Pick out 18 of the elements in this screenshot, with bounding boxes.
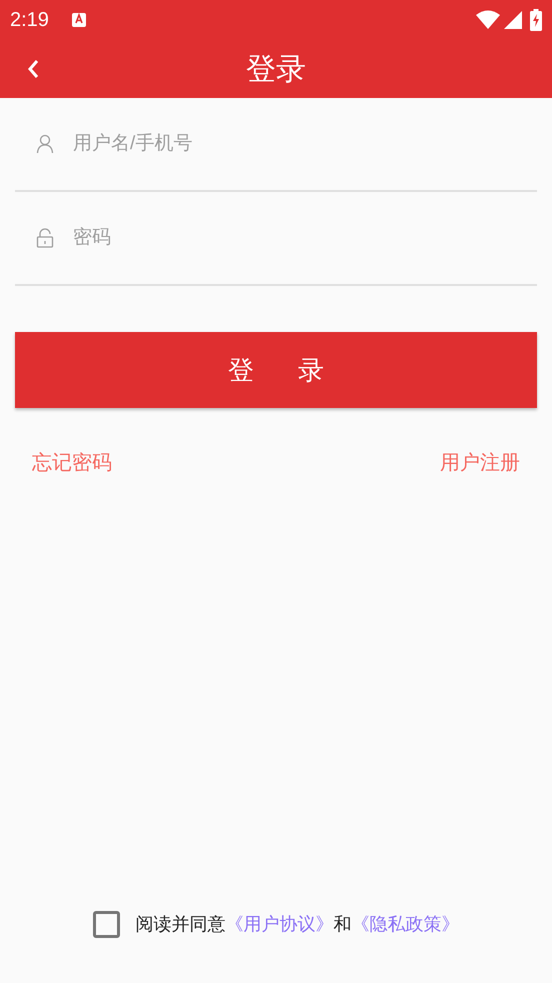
password-field[interactable]: 密码 bbox=[73, 213, 537, 263]
username-field[interactable]: 用户名/手机号 bbox=[73, 119, 537, 169]
agreement-text: 阅读并同意《用户协议》和《隐私政策》 bbox=[136, 913, 460, 936]
back-icon bbox=[26, 58, 40, 80]
battery-icon bbox=[530, 9, 542, 31]
signal-icon bbox=[504, 11, 522, 29]
register-link[interactable]: 用户注册 bbox=[440, 448, 520, 478]
forgot-password-link[interactable]: 忘记密码 bbox=[32, 448, 112, 478]
status-time: 2:19 bbox=[10, 8, 49, 33]
agreement-link[interactable]: 《隐私政策》 bbox=[352, 914, 460, 934]
agreement-link[interactable]: 《用户协议》 bbox=[226, 914, 334, 934]
wifi-icon bbox=[476, 10, 500, 30]
page-title: 登录 bbox=[246, 52, 306, 88]
user-icon bbox=[36, 134, 54, 154]
agree-checkbox[interactable] bbox=[92, 911, 120, 938]
lock-icon bbox=[36, 228, 54, 248]
login-button[interactable]: 登录 bbox=[15, 332, 537, 408]
keyboard-app-icon bbox=[70, 12, 87, 28]
